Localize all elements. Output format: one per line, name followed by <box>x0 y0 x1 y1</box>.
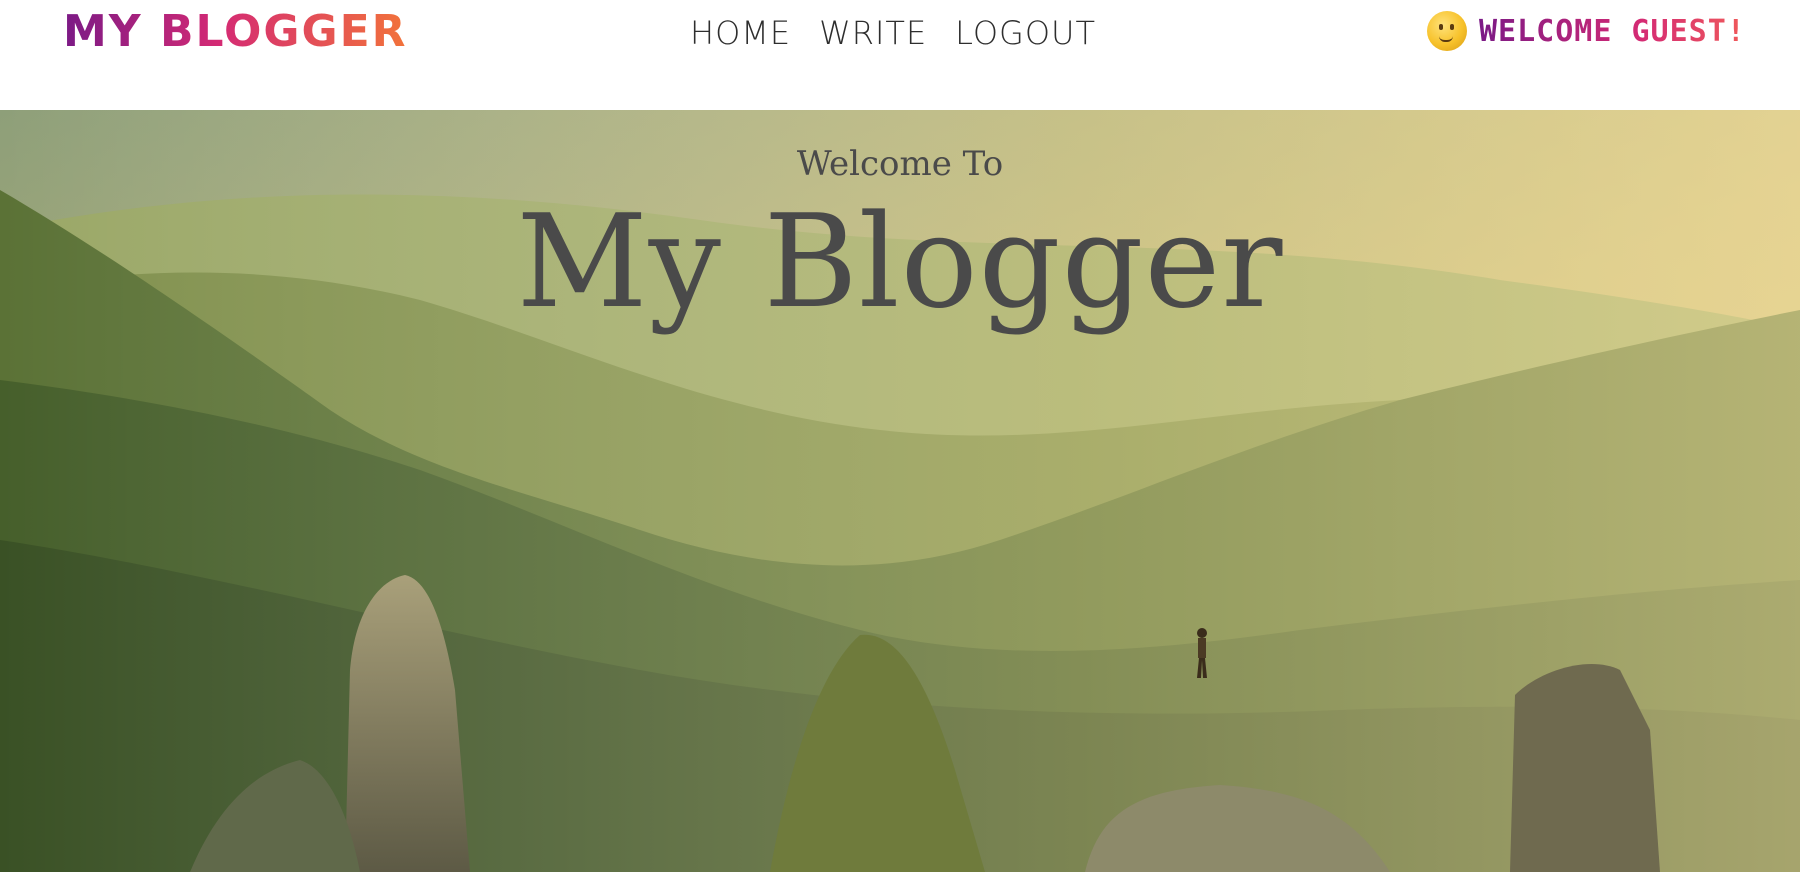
main-nav: HOME WRITE LOGOUT <box>690 12 1096 54</box>
welcome-guest-text: WELCOME GUEST! <box>1479 13 1746 49</box>
user-greeting: WELCOME GUEST! <box>1427 11 1746 51</box>
hero-banner: Welcome To My Blogger <box>0 110 1800 872</box>
nav-logout-link[interactable]: LOGOUT <box>955 12 1096 54</box>
nav-write-link[interactable]: WRITE <box>819 12 927 54</box>
site-header: MY BLOGGER HOME WRITE LOGOUT WELCOME GUE… <box>0 0 1800 110</box>
hero-title: My Blogger <box>516 188 1284 337</box>
site-logo[interactable]: MY BLOGGER <box>63 6 408 58</box>
smiling-face-icon <box>1427 11 1467 51</box>
hero-subtitle: Welcome To <box>796 144 1004 184</box>
nav-home-link[interactable]: HOME <box>690 12 791 54</box>
